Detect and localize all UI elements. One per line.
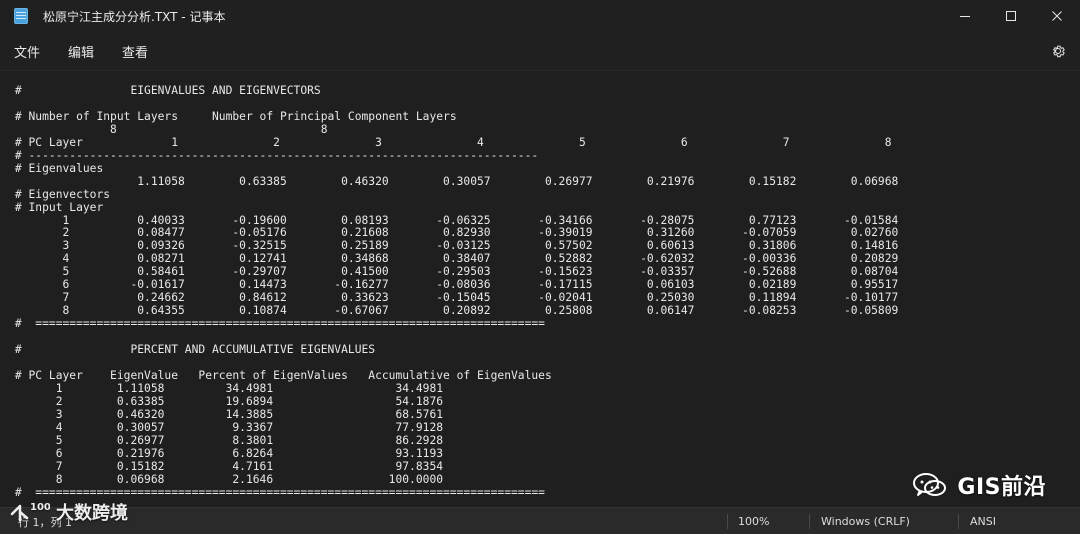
status-bar: 行 1，列 1 100% Windows (CRLF) ANSI bbox=[0, 507, 1080, 534]
text-editor[interactable]: # EIGENVALUES AND EIGENVECTORS # Number … bbox=[0, 71, 1080, 507]
watermark-right: GIS前沿 bbox=[911, 469, 1046, 501]
close-button[interactable] bbox=[1034, 0, 1080, 32]
title-bar[interactable]: 松原宁江主成分分析.TXT - 记事本 bbox=[0, 0, 1080, 32]
gear-icon[interactable] bbox=[1050, 43, 1066, 59]
menu-file[interactable]: 文件 bbox=[14, 42, 40, 61]
maximize-icon bbox=[1006, 11, 1016, 21]
watermark-left-logo-icon: 100 bbox=[10, 502, 51, 522]
watermark-left-text: 大数跨境 bbox=[56, 503, 128, 524]
line-ending: Windows (CRLF) bbox=[821, 515, 910, 528]
encoding: ANSI bbox=[970, 515, 996, 528]
maximize-button[interactable] bbox=[988, 0, 1034, 32]
svg-text:100: 100 bbox=[30, 502, 50, 513]
wechat-icon bbox=[911, 470, 949, 500]
minimize-icon bbox=[960, 16, 970, 17]
watermark-right-text: GIS前沿 bbox=[957, 475, 1046, 500]
window-title: 松原宁江主成分分析.TXT - 记事本 bbox=[43, 9, 226, 24]
status-divider bbox=[958, 514, 959, 529]
menu-bar: 文件 编辑 查看 bbox=[0, 32, 1080, 71]
notepad-window: 松原宁江主成分分析.TXT - 记事本 文件 编辑 查看 # EIGENVALU… bbox=[0, 0, 1080, 534]
status-divider bbox=[809, 514, 810, 529]
menu-view[interactable]: 查看 bbox=[122, 42, 148, 61]
window-controls bbox=[942, 0, 1080, 32]
close-icon bbox=[1052, 11, 1062, 21]
menu-edit[interactable]: 编辑 bbox=[68, 42, 94, 61]
status-divider bbox=[727, 514, 728, 529]
notepad-icon bbox=[14, 8, 28, 24]
watermark-left-logo: 100 bbox=[6, 498, 51, 526]
watermark-left: 100 大数跨境 bbox=[6, 498, 128, 526]
document-text[interactable]: # EIGENVALUES AND EIGENVECTORS # Number … bbox=[0, 71, 1075, 499]
zoom-level: 100% bbox=[738, 515, 770, 528]
minimize-button[interactable] bbox=[942, 0, 988, 32]
